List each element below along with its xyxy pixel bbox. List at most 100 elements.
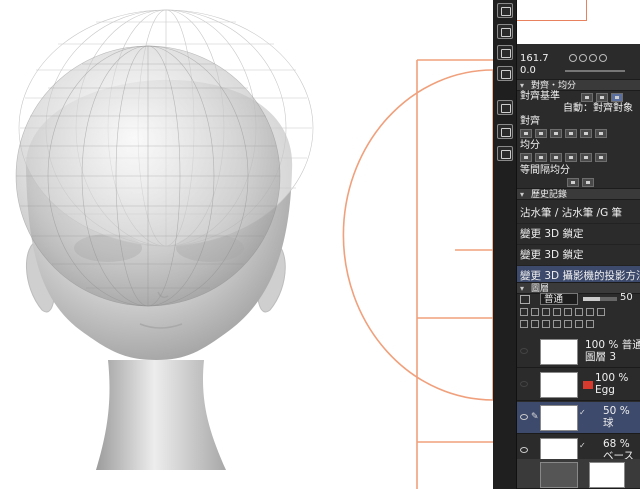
history-item[interactable]: 變更 3D 鎖定 <box>517 245 640 266</box>
layer-thumbnail <box>540 372 578 398</box>
navigator-preview[interactable] <box>517 0 640 44</box>
add-mask-icon[interactable] <box>575 320 583 328</box>
zoom-value[interactable]: 161.7 <box>520 53 549 64</box>
layer-menu-icon[interactable] <box>520 320 528 328</box>
align-left-icon[interactable] <box>520 129 532 138</box>
blend-mode-select[interactable]: 普通 <box>540 293 578 305</box>
layer-thumbnail <box>540 339 578 365</box>
spacing-icons <box>567 178 594 187</box>
new-vector-icon[interactable] <box>542 320 550 328</box>
align-label: 對齊 <box>520 116 540 127</box>
panel-tool-strip <box>493 0 517 489</box>
basis-icon-2[interactable] <box>596 93 608 102</box>
mask-icon[interactable] <box>564 308 572 316</box>
layer-color-tag <box>583 381 593 389</box>
history-panel-header[interactable]: ▾ 歷史記錄 <box>517 188 640 200</box>
eye-icon[interactable] <box>520 447 528 453</box>
layer-row[interactable] <box>517 459 640 489</box>
layer-info: 100 % Egg <box>595 372 629 396</box>
layer-name: 圖層 3 <box>585 351 617 363</box>
zoom-controls <box>569 54 607 62</box>
layer-row[interactable]: 100 % 普通 圖層 3 <box>517 336 640 368</box>
new-folder-icon[interactable] <box>553 320 561 328</box>
align-basis-icons <box>581 93 623 102</box>
layer-toolbar: 普通 50 <box>517 292 640 332</box>
drawing-canvas[interactable] <box>0 0 493 489</box>
distribute-icons <box>520 153 607 162</box>
align-icons <box>520 129 607 138</box>
basis-icon-1[interactable] <box>581 93 593 102</box>
angle-slider[interactable] <box>565 70 625 72</box>
history-icon[interactable] <box>497 124 513 139</box>
edit-pen-icon: ✎ <box>531 412 539 422</box>
tool-property-icon[interactable] <box>497 45 513 60</box>
zoom-in-icon[interactable] <box>579 54 587 62</box>
sub-tool-icon[interactable] <box>497 24 513 39</box>
collapse-icon[interactable]: ▾ <box>520 189 524 201</box>
history-item[interactable]: 變更 3D 鎖定 <box>517 224 640 245</box>
delete-layer-icon[interactable] <box>586 320 594 328</box>
guide-lines <box>342 59 493 489</box>
dist-top-icon[interactable] <box>565 153 577 162</box>
reference-icon[interactable] <box>531 308 539 316</box>
head-neck <box>96 360 226 470</box>
align-basis-label: 對齊基準 <box>520 91 560 102</box>
eye-icon[interactable] <box>520 414 528 420</box>
auto-target-label: 自動：對齊對象 <box>563 103 633 114</box>
ruler-icon[interactable] <box>575 308 583 316</box>
layer-name: 球 <box>603 417 614 429</box>
shaded-sphere <box>15 45 281 307</box>
dist-bottom-icon[interactable] <box>595 153 607 162</box>
distribute-label: 均分 <box>520 140 540 151</box>
align-right-icon[interactable] <box>550 129 562 138</box>
align-bottom-icon[interactable] <box>595 129 607 138</box>
layer-icon[interactable] <box>497 146 513 161</box>
lock-alpha-icon[interactable] <box>553 308 561 316</box>
zoom-row: 161.7 <box>517 53 640 65</box>
clip-icon[interactable] <box>520 308 528 316</box>
opacity-slider[interactable] <box>583 297 617 301</box>
zoom-out-icon[interactable] <box>569 54 577 62</box>
opacity-value[interactable]: 50 <box>620 292 633 303</box>
color-picker-icon[interactable] <box>597 308 605 316</box>
check-icon: ✓ <box>579 441 586 450</box>
new-raster-icon[interactable] <box>531 320 539 328</box>
layer-property-icon[interactable] <box>497 100 513 115</box>
basis-icon-3[interactable] <box>611 93 623 102</box>
merge-icon[interactable] <box>564 320 572 328</box>
align-panel-header[interactable]: ▾ 對齊・均分 <box>517 79 640 91</box>
eye-icon[interactable] <box>520 348 528 354</box>
navigator-icon[interactable] <box>497 3 513 18</box>
layer-tools-row1 <box>520 308 605 316</box>
layer-tools-row2 <box>520 320 594 328</box>
angle-value[interactable]: 0.0 <box>520 65 536 76</box>
lock-icon[interactable] <box>542 308 550 316</box>
dist-vcenter-icon[interactable] <box>580 153 592 162</box>
spacing-label: 等間隔均分 <box>520 165 570 176</box>
actual-size-icon[interactable] <box>599 54 607 62</box>
history-item[interactable]: 沾水筆 / 沾水筆 /G 筆 <box>517 203 640 224</box>
new-layer-icon[interactable] <box>586 308 594 316</box>
dist-left-icon[interactable] <box>520 153 532 162</box>
layer-row[interactable]: 100 % Egg <box>517 369 640 401</box>
angle-row: 0.0 <box>517 65 640 77</box>
layer-color-box[interactable] <box>520 295 530 304</box>
layer-thumbnail <box>540 462 578 488</box>
fit-icon[interactable] <box>589 54 597 62</box>
dist-hcenter-icon[interactable] <box>535 153 547 162</box>
align-panel-title: 對齊・均分 <box>531 81 577 91</box>
layer-thumbnail <box>540 405 578 431</box>
dist-right-icon[interactable] <box>550 153 562 162</box>
align-vcenter-icon[interactable] <box>580 129 592 138</box>
layer-row-selected[interactable]: ✎ ✓ 50 % 球 <box>517 402 640 434</box>
align-top-icon[interactable] <box>565 129 577 138</box>
spacing-h-icon[interactable] <box>567 178 579 187</box>
history-panel-title: 歷史記錄 <box>531 190 568 200</box>
navigator-frame <box>517 0 587 21</box>
spacing-v-icon[interactable] <box>582 178 594 187</box>
canvas-artwork <box>15 9 493 489</box>
align-hcenter-icon[interactable] <box>535 129 547 138</box>
color-icon[interactable] <box>497 66 513 81</box>
layer-name: Egg <box>595 384 615 396</box>
eye-icon[interactable] <box>520 381 528 387</box>
